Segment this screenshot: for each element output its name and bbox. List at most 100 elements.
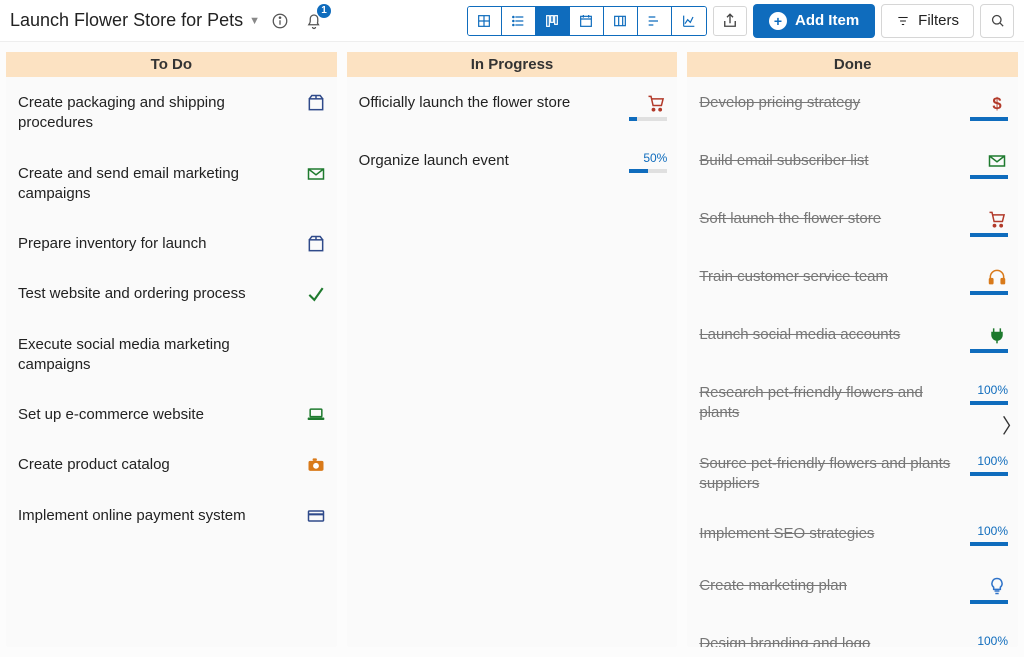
- task-card[interactable]: Train customer service team: [699, 257, 1008, 315]
- task-side: [287, 234, 327, 254]
- column-inprogress: In Progress Officially launch the flower…: [347, 52, 678, 647]
- task-title: Execute social media marketing campaigns: [18, 335, 277, 376]
- task-progress-label: 50%: [643, 151, 667, 165]
- camera-icon: [305, 455, 327, 475]
- task-title: Research pet-friendly flowers and plants: [699, 383, 958, 424]
- task-side: [287, 284, 327, 304]
- task-side: 100%: [968, 634, 1008, 647]
- view-kanban-button[interactable]: [536, 7, 570, 35]
- task-side: [968, 576, 1008, 604]
- search-button[interactable]: [980, 4, 1014, 38]
- task-progress-bar: [629, 117, 667, 121]
- task-card[interactable]: Soft launch the flower store: [699, 199, 1008, 257]
- task-progress-label: 100%: [977, 524, 1008, 538]
- filters-label: Filters: [918, 12, 959, 29]
- plug-icon: [986, 325, 1008, 345]
- task-title: Launch social media accounts: [699, 325, 900, 345]
- cart-icon: [645, 93, 667, 113]
- task-title: Prepare inventory for launch: [18, 234, 206, 254]
- share-button[interactable]: [713, 6, 747, 36]
- task-card[interactable]: Create marketing plan: [699, 566, 1008, 624]
- task-progress-bar: [970, 542, 1008, 546]
- task-progress-bar: [970, 472, 1008, 476]
- info-icon: [271, 12, 289, 30]
- view-switcher: [467, 6, 707, 36]
- chevron-down-icon: ▼: [249, 15, 260, 27]
- view-calendar-button[interactable]: [570, 7, 604, 35]
- column-body-todo: Create packaging and shipping procedures…: [6, 77, 337, 556]
- envelope-icon: [305, 164, 327, 184]
- task-title: Implement online payment system: [18, 506, 246, 526]
- task-card[interactable]: Launch social media accounts: [699, 315, 1008, 373]
- task-side: [627, 93, 667, 121]
- view-grid-button[interactable]: [468, 7, 502, 35]
- task-side: [968, 209, 1008, 237]
- task-card[interactable]: Execute social media marketing campaigns: [18, 325, 327, 396]
- info-button[interactable]: [266, 7, 294, 35]
- column-done: Done Develop pricing strategy$Build emai…: [687, 52, 1018, 647]
- task-title: Organize launch event: [359, 151, 509, 171]
- task-card[interactable]: Create and send email marketing campaign…: [18, 154, 327, 225]
- task-title: Source pet-friendly flowers and plants s…: [699, 454, 958, 495]
- task-side: [968, 151, 1008, 179]
- task-card[interactable]: Source pet-friendly flowers and plants s…: [699, 444, 1008, 515]
- task-card[interactable]: Design branding and logo100%: [699, 624, 1008, 647]
- task-card[interactable]: Create packaging and shipping procedures: [18, 83, 327, 154]
- task-side: [968, 267, 1008, 295]
- task-side: 50%: [627, 151, 667, 173]
- task-card[interactable]: Research pet-friendly flowers and plants…: [699, 373, 1008, 444]
- headphones-icon: [986, 267, 1008, 287]
- task-progress-bar: [629, 169, 667, 173]
- toolbar: Launch Flower Store for Pets ▼ 1 + Add I…: [0, 0, 1024, 42]
- task-side: 100%: [968, 524, 1008, 546]
- task-progress-label: 100%: [977, 634, 1008, 647]
- add-item-button[interactable]: + Add Item: [753, 4, 875, 38]
- title-group[interactable]: Launch Flower Store for Pets ▼: [10, 10, 260, 31]
- view-timeline-button[interactable]: [604, 7, 638, 35]
- task-title: Test website and ordering process: [18, 284, 246, 304]
- task-card[interactable]: Implement SEO strategies100%: [699, 514, 1008, 566]
- envelope-icon: [986, 151, 1008, 171]
- task-side: [287, 455, 327, 475]
- task-side: [287, 405, 327, 425]
- task-title: Train customer service team: [699, 267, 888, 287]
- task-progress-bar: [970, 233, 1008, 237]
- task-card[interactable]: Create product catalog: [18, 445, 327, 495]
- column-header-done: Done: [687, 52, 1018, 77]
- cart-icon: [986, 209, 1008, 229]
- task-progress-bar: [970, 175, 1008, 179]
- view-list-button[interactable]: [502, 7, 536, 35]
- task-progress-bar: [970, 291, 1008, 295]
- task-card[interactable]: Implement online payment system: [18, 496, 327, 546]
- column-todo: To Do Create packaging and shipping proc…: [6, 52, 337, 647]
- notifications-button[interactable]: 1: [300, 7, 328, 35]
- task-card[interactable]: Test website and ordering process: [18, 274, 327, 324]
- scroll-right-indicator[interactable]: 〉: [1002, 410, 1022, 439]
- laptop-icon: [305, 405, 327, 425]
- add-item-label: Add Item: [795, 12, 859, 29]
- task-progress-bar: [970, 349, 1008, 353]
- plus-icon: +: [769, 12, 787, 30]
- task-card[interactable]: Organize launch event 50%: [359, 141, 668, 193]
- task-side: [287, 93, 327, 113]
- filters-button[interactable]: Filters: [881, 4, 974, 38]
- view-gantt-button[interactable]: [638, 7, 672, 35]
- dollar-icon: $: [986, 93, 1008, 113]
- bulb-icon: [986, 576, 1008, 596]
- task-title: Soft launch the flower store: [699, 209, 881, 229]
- task-title: Create marketing plan: [699, 576, 847, 596]
- task-side: [287, 164, 327, 184]
- view-chart-button[interactable]: [672, 7, 706, 35]
- column-header-inprogress: In Progress: [347, 52, 678, 77]
- task-card[interactable]: Build email subscriber list: [699, 141, 1008, 199]
- task-card[interactable]: Set up e-commerce website: [18, 395, 327, 445]
- check-icon: [305, 284, 327, 304]
- task-card[interactable]: Prepare inventory for launch: [18, 224, 327, 274]
- filter-icon: [896, 14, 910, 28]
- task-progress-label: 100%: [977, 454, 1008, 468]
- task-card[interactable]: Officially launch the flower store: [359, 83, 668, 141]
- task-side: [287, 506, 327, 526]
- task-card[interactable]: Develop pricing strategy$: [699, 83, 1008, 141]
- page-title: Launch Flower Store for Pets: [10, 10, 243, 31]
- task-title: Officially launch the flower store: [359, 93, 571, 113]
